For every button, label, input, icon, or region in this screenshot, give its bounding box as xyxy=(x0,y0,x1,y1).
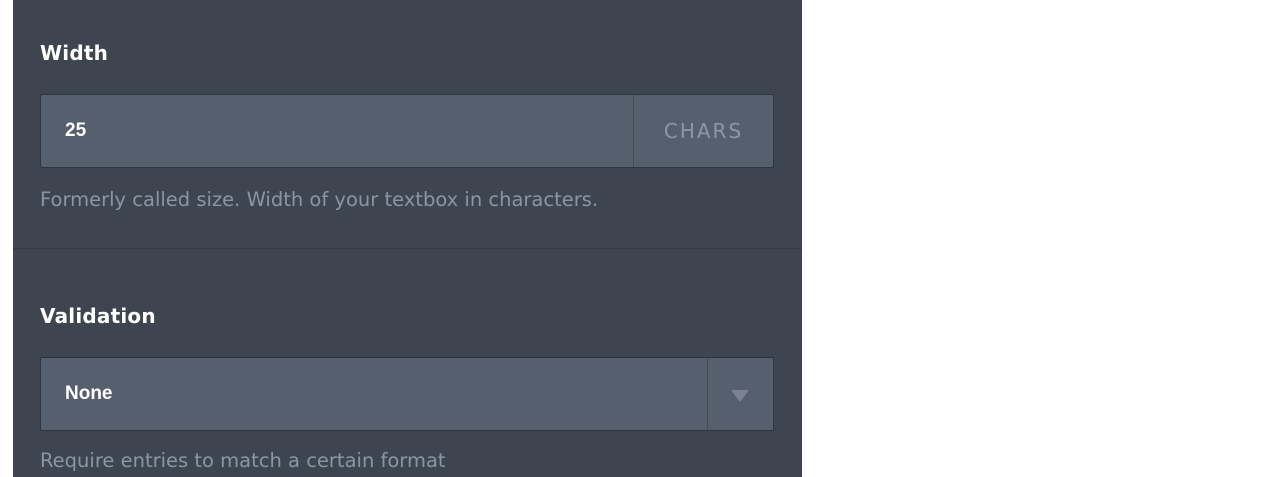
dropdown-toggle[interactable] xyxy=(707,358,773,430)
width-input[interactable]: 25 xyxy=(41,95,633,167)
validation-selected-value[interactable]: None xyxy=(41,358,707,430)
validation-section: Validation None Require entries to match… xyxy=(13,249,802,477)
properties-panel: Width 25 CHARS Formerly called size. Wid… xyxy=(13,0,802,477)
chars-unit-addon: CHARS xyxy=(633,95,773,167)
validation-help-text: Require entries to match a certain forma… xyxy=(40,449,446,472)
caret-down-icon xyxy=(731,390,749,402)
width-label: Width xyxy=(40,41,109,65)
width-input-group: 25 CHARS xyxy=(40,94,774,168)
validation-dropdown[interactable]: None xyxy=(40,357,774,431)
width-help-text: Formerly called size. Width of your text… xyxy=(40,188,599,211)
validation-label: Validation xyxy=(40,304,156,328)
width-section: Width 25 CHARS Formerly called size. Wid… xyxy=(13,0,802,248)
